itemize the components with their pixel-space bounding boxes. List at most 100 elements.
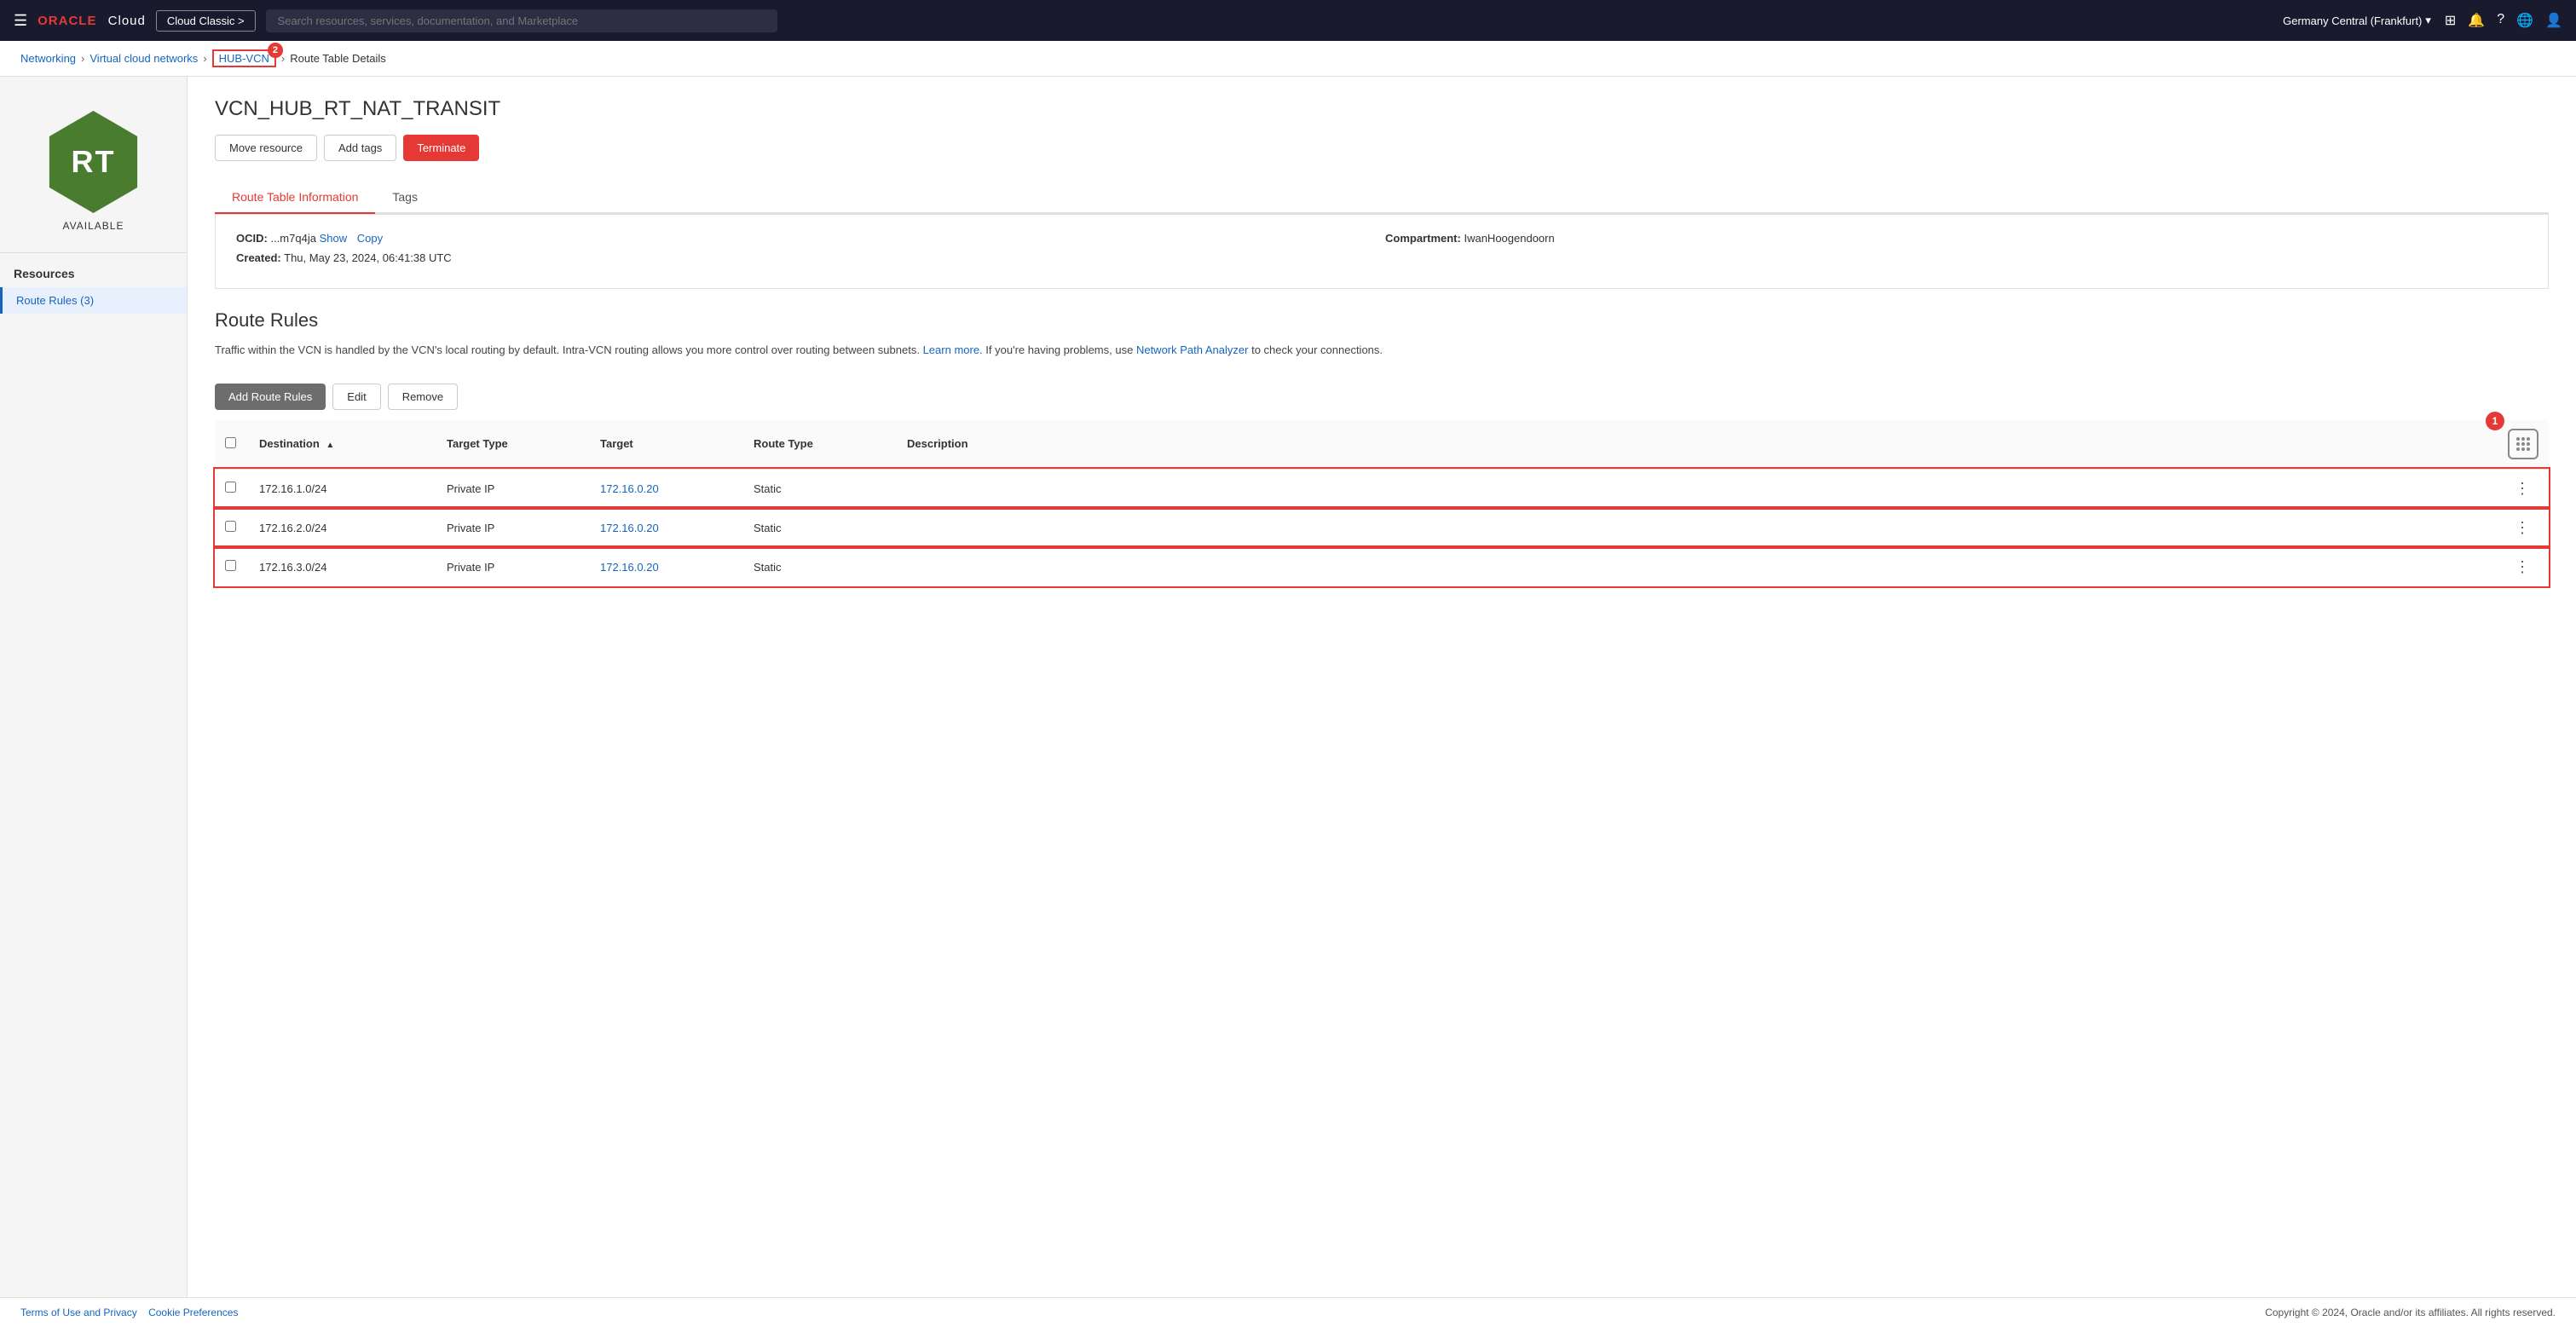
sidebar-item-route-rules[interactable]: Route Rules (3): [0, 287, 187, 314]
route-rules-link[interactable]: Route Rules (3): [16, 294, 94, 307]
learn-more-link[interactable]: Learn more.: [923, 343, 983, 356]
nav-icons: ⊞ 🔔 ? 🌐 👤: [2445, 12, 2562, 29]
main-layout: RT AVAILABLE Resources Route Rules (3) V…: [0, 77, 2576, 1297]
dot: [2516, 447, 2520, 451]
destination-header-label: Destination: [259, 437, 320, 450]
table-toolbar: Add Route Rules Edit Remove: [215, 373, 2549, 420]
terminate-button[interactable]: Terminate: [403, 135, 479, 161]
help-icon[interactable]: ?: [2497, 12, 2504, 29]
network-path-analyzer-link[interactable]: Network Path Analyzer: [1136, 343, 1249, 356]
route-type-cell: Static: [743, 508, 897, 547]
table-row: 172.16.3.0/24 Private IP 172.16.0.20 Sta…: [215, 547, 2549, 586]
search-input[interactable]: [266, 9, 777, 32]
icon-container: RT AVAILABLE: [0, 97, 187, 245]
console-icon[interactable]: ⊞: [2445, 12, 2456, 29]
row-checkbox[interactable]: [225, 521, 236, 532]
bell-icon[interactable]: 🔔: [2468, 12, 2485, 29]
target-cell: 172.16.0.20: [590, 547, 743, 586]
created-row: Created: Thu, May 23, 2024, 06:41:38 UTC: [236, 251, 1378, 264]
row-checkbox[interactable]: [225, 560, 236, 571]
description-cell: [897, 469, 2498, 509]
column-settings-icon[interactable]: [2508, 429, 2538, 459]
copy-link[interactable]: Copy: [357, 232, 383, 245]
th-destination[interactable]: Destination ▲: [249, 420, 436, 469]
breadcrumb-networking[interactable]: Networking: [20, 52, 76, 65]
th-route-type[interactable]: Route Type: [743, 420, 897, 469]
row-checkbox-cell: [215, 469, 249, 509]
ocid-value: ...m7q4ja: [270, 232, 315, 245]
footer-right: Copyright © 2024, Oracle and/or its affi…: [2265, 1307, 2556, 1318]
footer-left: Terms of Use and Privacy Cookie Preferen…: [20, 1307, 238, 1318]
remove-button[interactable]: Remove: [388, 384, 458, 410]
dot: [2527, 447, 2530, 451]
resource-icon: RT: [43, 111, 145, 213]
cloud-classic-button[interactable]: Cloud Classic >: [156, 10, 256, 32]
cookie-link[interactable]: Cookie Preferences: [148, 1307, 238, 1318]
breadcrumb: Networking › Virtual cloud networks › HU…: [0, 41, 2576, 77]
th-description[interactable]: Description: [897, 420, 2498, 469]
dot: [2521, 437, 2525, 441]
icon-text: RT: [72, 144, 116, 180]
sort-icon: ▲: [326, 441, 334, 450]
target-link[interactable]: 172.16.0.20: [600, 561, 659, 574]
target-link[interactable]: 172.16.0.20: [600, 522, 659, 534]
target-cell: 172.16.0.20: [590, 469, 743, 509]
target-header-label: Target: [600, 437, 633, 450]
region-selector[interactable]: Germany Central (Frankfurt) ▾: [2283, 14, 2431, 27]
dots-grid: [2516, 437, 2530, 451]
info-right: Compartment: IwanHoogendoorn: [1385, 232, 2527, 271]
page-title: VCN_HUB_RT_NAT_TRANSIT: [215, 97, 2549, 121]
move-resource-button[interactable]: Move resource: [215, 135, 317, 161]
table-row: 172.16.1.0/24 Private IP 172.16.0.20 Sta…: [215, 469, 2549, 509]
hub-vcn-badge: 2: [268, 43, 283, 58]
kebab-cell: ⋮: [2498, 547, 2549, 586]
target-type-header-label: Target Type: [447, 437, 508, 450]
route-type-header-label: Route Type: [754, 437, 813, 450]
created-label: Created:: [236, 251, 281, 264]
select-all-checkbox[interactable]: [225, 437, 236, 448]
row-checkbox-cell: [215, 547, 249, 586]
route-rules-table-wrapper: Destination ▲ Target Type Target Route T…: [215, 420, 2549, 587]
kebab-menu-icon[interactable]: ⋮: [2508, 480, 2537, 497]
route-rules-description: Traffic within the VCN is handled by the…: [215, 342, 2549, 360]
target-cell: 172.16.0.20: [590, 508, 743, 547]
route-type-cell: Static: [743, 547, 897, 586]
top-navigation: ☰ ORACLE Cloud Cloud Classic > Germany C…: [0, 0, 2576, 41]
resources-section-title: Resources: [0, 252, 187, 287]
user-icon[interactable]: 👤: [2545, 12, 2562, 29]
sidebar: RT AVAILABLE Resources Route Rules (3): [0, 77, 188, 1297]
hamburger-menu[interactable]: ☰: [14, 12, 27, 30]
add-tags-button[interactable]: Add tags: [324, 135, 396, 161]
th-target-type[interactable]: Target Type: [436, 420, 590, 469]
dot: [2527, 442, 2530, 446]
oracle-logo: ORACLE Cloud: [38, 14, 146, 28]
terms-link[interactable]: Terms of Use and Privacy: [20, 1307, 137, 1318]
globe-icon[interactable]: 🌐: [2516, 12, 2533, 29]
show-link[interactable]: Show: [320, 232, 348, 245]
breadcrumb-virtual-cloud-networks[interactable]: Virtual cloud networks: [90, 52, 198, 65]
dot: [2527, 437, 2530, 441]
tab-tags[interactable]: Tags: [375, 182, 435, 214]
row-checkbox[interactable]: [225, 482, 236, 493]
edit-button[interactable]: Edit: [332, 384, 380, 410]
dot: [2521, 447, 2525, 451]
th-target[interactable]: Target: [590, 420, 743, 469]
add-route-rules-button[interactable]: Add Route Rules: [215, 384, 326, 410]
compartment-value: IwanHoogendoorn: [1464, 232, 1554, 245]
tab-route-table-information[interactable]: Route Table Information: [215, 182, 375, 214]
compartment-row: Compartment: IwanHoogendoorn: [1385, 232, 2527, 245]
row-checkbox-cell: [215, 508, 249, 547]
th-checkbox: [215, 420, 249, 469]
dot: [2516, 442, 2520, 446]
description-cell: [897, 547, 2498, 586]
target-type-cell: Private IP: [436, 547, 590, 586]
kebab-menu-icon[interactable]: ⋮: [2508, 558, 2537, 575]
kebab-menu-icon[interactable]: ⋮: [2508, 519, 2537, 536]
description-header-label: Description: [907, 437, 968, 450]
status-badge: AVAILABLE: [63, 220, 124, 232]
hub-vcn-label: HUB-VCN: [219, 52, 269, 65]
oracle-text: ORACLE: [38, 14, 96, 28]
breadcrumb-hub-vcn[interactable]: HUB-VCN 2: [212, 49, 276, 67]
dot: [2516, 437, 2520, 441]
target-link[interactable]: 172.16.0.20: [600, 482, 659, 495]
